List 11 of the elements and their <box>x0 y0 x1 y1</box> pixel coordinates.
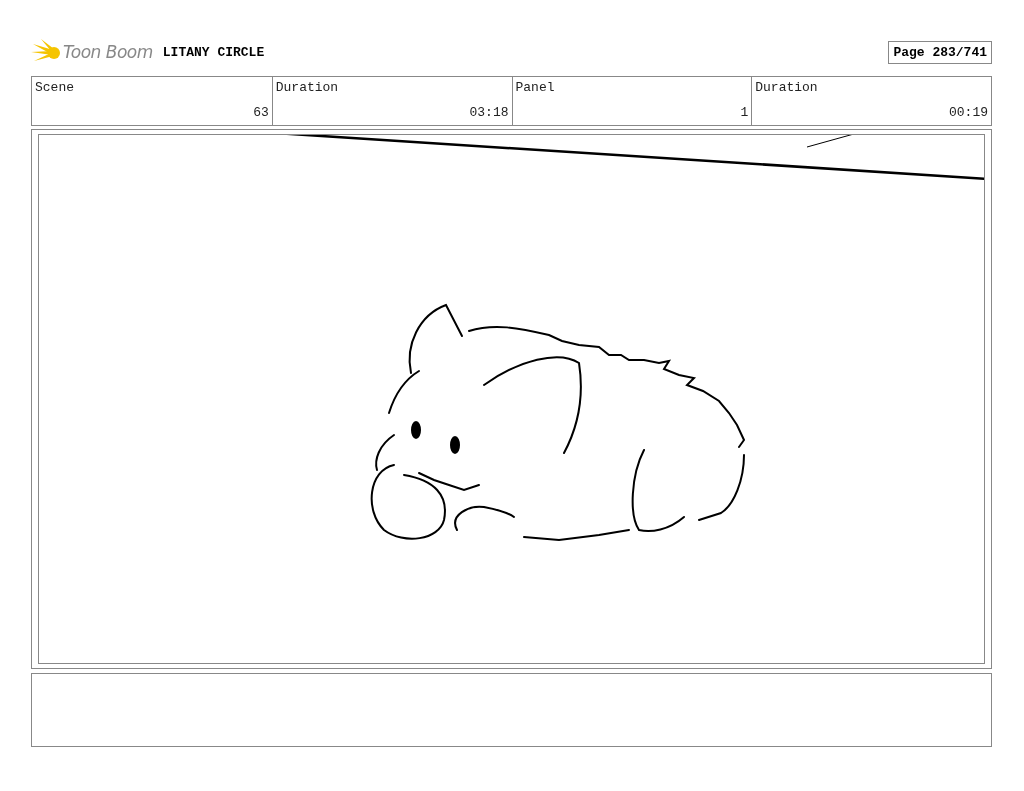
column-header: Duration <box>755 80 819 95</box>
logo-wordmark: Toon Boom <box>63 42 153 62</box>
table-cell-text: 63 <box>252 105 269 120</box>
page-number: Page 283/741 <box>888 40 992 64</box>
table-cell-text: 00:19 <box>948 105 988 120</box>
project-title: LITANY CIRCLE <box>162 44 265 60</box>
column-header: Duration <box>275 80 340 95</box>
column-header: Scene <box>35 80 75 95</box>
column-header: Panel <box>515 80 556 95</box>
table-cell-text: 03:18 <box>468 105 509 120</box>
table-cell-text: 1 <box>739 105 749 120</box>
